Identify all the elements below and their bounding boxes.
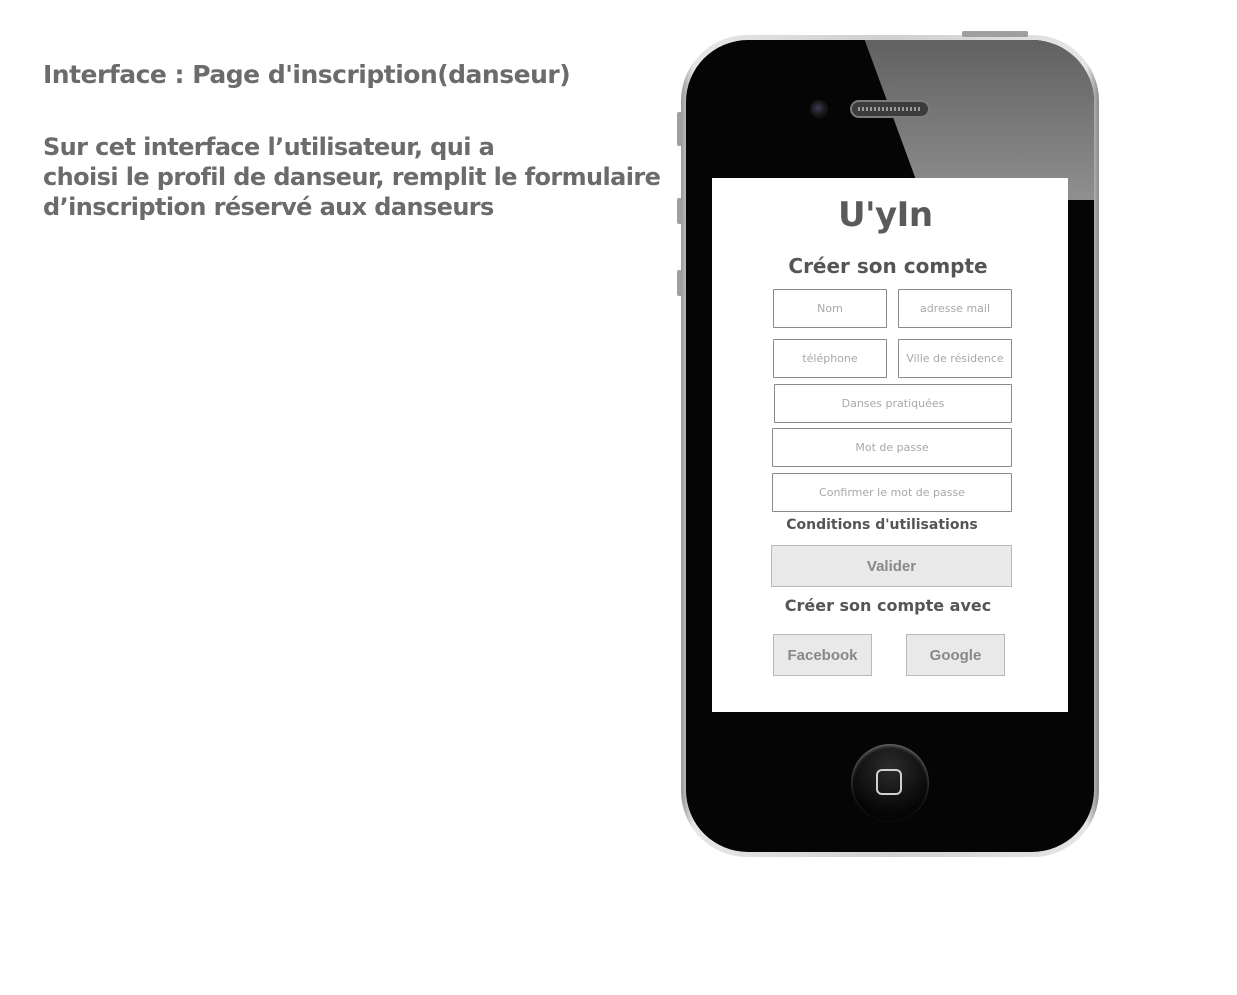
description-text: Sur cet interface l’utilisateur, qui a c…	[43, 132, 661, 222]
mute-switch	[677, 112, 682, 146]
earpiece-speaker	[850, 100, 930, 118]
app-logo: U'yIn	[838, 195, 933, 235]
password-field[interactable]: Mot de passe	[772, 428, 1012, 467]
power-button	[962, 31, 1028, 37]
email-field[interactable]: adresse mail	[898, 289, 1012, 328]
submit-button[interactable]: Valider	[771, 545, 1012, 587]
description-line: choisi le profil de danseur, remplit le …	[43, 163, 661, 191]
google-button[interactable]: Google	[906, 634, 1005, 676]
volume-up-button	[677, 198, 682, 224]
facebook-button[interactable]: Facebook	[773, 634, 872, 676]
home-square-icon	[876, 769, 902, 795]
volume-down-button	[677, 270, 682, 296]
form-heading: Créer son compte	[788, 254, 988, 278]
city-field[interactable]: Ville de résidence	[898, 339, 1012, 378]
front-camera-icon	[810, 100, 828, 118]
phone-field[interactable]: téléphone	[773, 339, 887, 378]
confirm-password-field[interactable]: Confirmer le mot de passe	[772, 473, 1012, 512]
dances-field[interactable]: Danses pratiquées	[774, 384, 1012, 423]
description-line: Sur cet interface l’utilisateur, qui a	[43, 133, 495, 161]
phone-glare	[861, 40, 1094, 200]
home-button[interactable]	[851, 744, 929, 822]
page-title: Interface : Page d'inscription(danseur)	[43, 60, 571, 89]
name-field[interactable]: Nom	[773, 289, 887, 328]
description-line: d’inscription réservé aux danseurs	[43, 193, 494, 221]
terms-link[interactable]: Conditions d'utilisations	[772, 517, 992, 533]
social-heading: Créer son compte avec	[784, 596, 992, 615]
